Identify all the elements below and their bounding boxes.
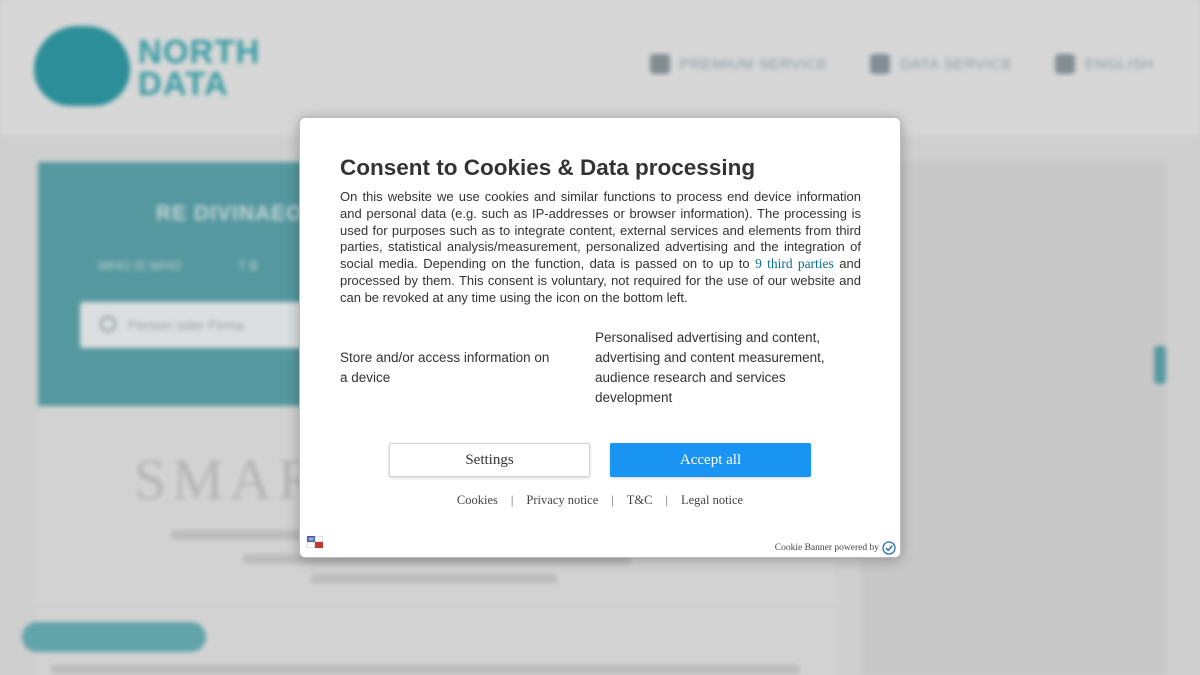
powered-by[interactable]: Cookie Banner powered by [775, 541, 896, 555]
cookie-consent-dialog: Consent to Cookies & Data processing On … [299, 117, 901, 558]
link-separator: | [611, 493, 614, 507]
terms-link[interactable]: T&C [627, 493, 653, 508]
accept-all-button[interactable]: Accept all [610, 443, 811, 477]
purpose-store-access: Store and/or access information on a dev… [340, 350, 550, 385]
footer-links: Cookies | Privacy notice | T&C | Legal n… [300, 493, 900, 508]
cookies-link[interactable]: Cookies [457, 493, 498, 508]
privacy-notice-link[interactable]: Privacy notice [526, 493, 598, 508]
dialog-title: Consent to Cookies & Data processing [340, 155, 756, 180]
purpose-personalised-advertising: Personalised advertising and content, ad… [595, 330, 825, 405]
language-flag-icon[interactable] [307, 536, 323, 548]
link-separator: | [510, 493, 514, 507]
settings-button[interactable]: Settings [389, 443, 590, 477]
legal-notice-link[interactable]: Legal notice [681, 493, 743, 508]
dialog-body-text: On this website we use cookies and simil… [340, 189, 861, 307]
shield-check-icon [882, 541, 896, 555]
link-separator: | [665, 493, 668, 507]
powered-by-text: Cookie Banner powered by [774, 543, 879, 553]
third-parties-link[interactable]: 9 third parties [755, 256, 834, 271]
